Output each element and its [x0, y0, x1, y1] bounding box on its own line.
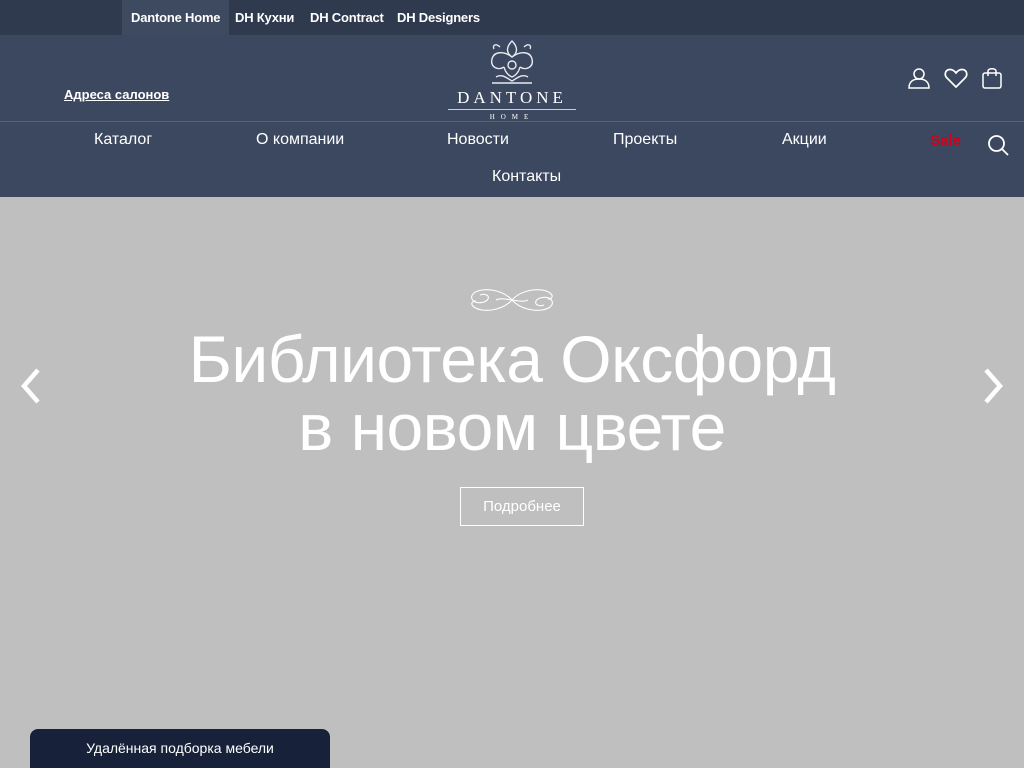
nav-about[interactable]: О компании [256, 131, 344, 149]
header-divider [0, 121, 1024, 122]
tab-dantone-home[interactable]: Dantone Home [122, 0, 230, 35]
user-icon[interactable] [906, 65, 932, 91]
hero-title-line1: Библиотека Оксфорд [188, 322, 836, 396]
logo-emblem-icon [490, 40, 534, 84]
tab-dh-contract[interactable]: DH Contract [301, 0, 393, 35]
brand-bar: Dantone Home DH Кухни DH Contract DH Des… [0, 0, 1024, 35]
remote-furniture-selection-button[interactable]: Удалённая подборка мебели [30, 729, 330, 768]
chevron-right-icon[interactable] [978, 364, 1008, 408]
heart-icon[interactable] [943, 65, 969, 91]
more-details-button[interactable]: Подробнее [460, 487, 584, 526]
site-header: Адреса салонов DANTONE HOME Каталог О ко… [0, 35, 1024, 197]
nav-catalog[interactable]: Каталог [94, 131, 152, 149]
logo-sub-text: HOME [489, 113, 535, 121]
tab-dh-kitchens[interactable]: DH Кухни [226, 0, 303, 35]
nav-projects[interactable]: Проекты [613, 131, 677, 149]
salons-address-link[interactable]: Адреса салонов [64, 87, 169, 102]
hero-slider: Библиотека Оксфорд в новом цвете Подробн… [0, 197, 1024, 768]
logo-divider [448, 109, 576, 110]
nav-contacts[interactable]: Контакты [492, 168, 561, 186]
tab-dh-designers[interactable]: DH Designers [388, 0, 489, 35]
search-icon[interactable] [985, 132, 1011, 158]
logo-main-text: DANTONE [457, 88, 567, 107]
dantone-logo[interactable]: DANTONE HOME [440, 35, 584, 121]
ornament-flourish-icon [471, 289, 553, 311]
hero-title: Библиотека Оксфорд в новом цвете [112, 325, 912, 461]
hero-title-line2: в новом цвете [298, 390, 726, 464]
chevron-left-icon[interactable] [16, 364, 46, 408]
nav-news[interactable]: Новости [447, 131, 509, 149]
nav-sale[interactable]: Sale [930, 132, 961, 149]
nav-promotions[interactable]: Акции [782, 131, 827, 149]
shopping-bag-icon[interactable] [979, 65, 1005, 91]
